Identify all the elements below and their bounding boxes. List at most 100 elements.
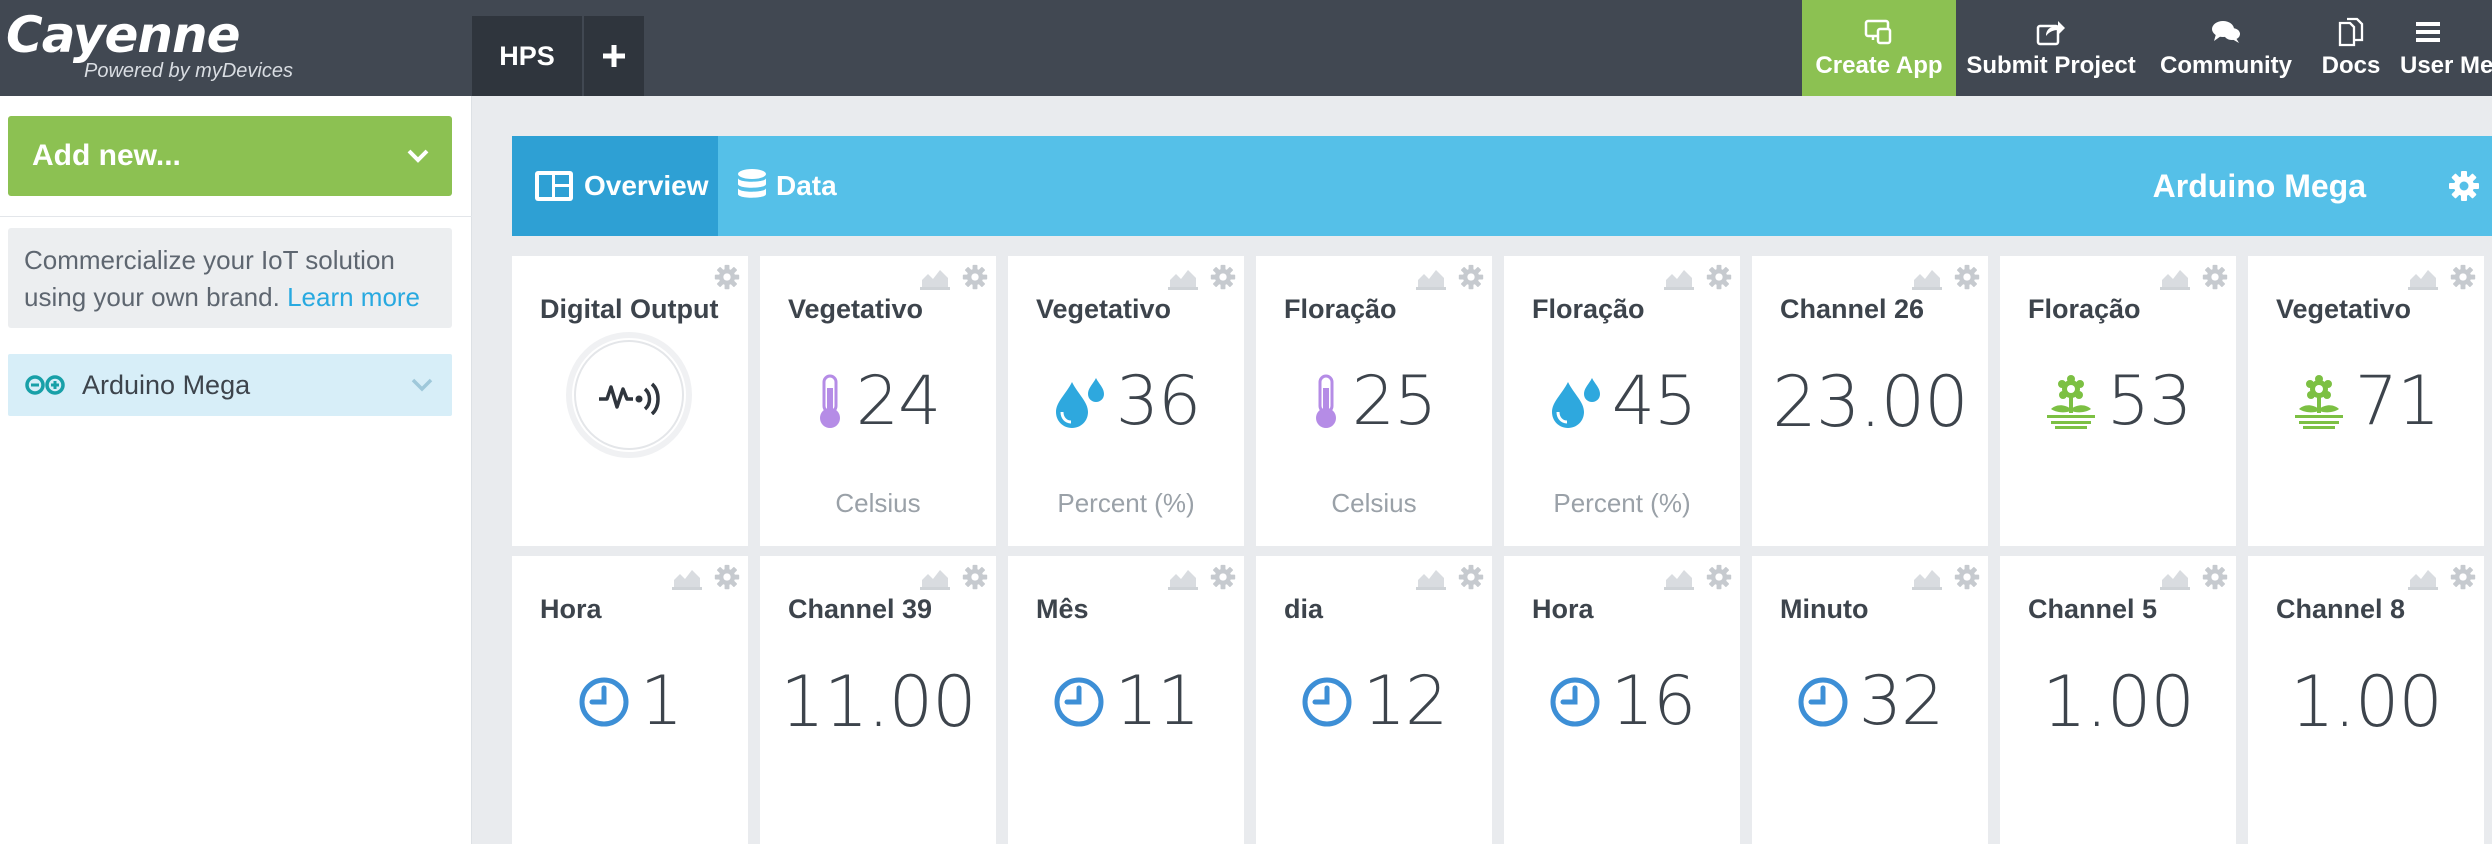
gear-icon[interactable]: [1706, 264, 1732, 290]
add-new-label: Add new...: [32, 139, 181, 172]
widget-card: Floração 53: [2000, 256, 2236, 546]
widget-unit: Celsius: [835, 488, 921, 518]
widget-card: Channel 8 1.00: [2248, 556, 2484, 844]
gear-icon[interactable]: [1458, 564, 1484, 590]
widget-value: 1.00: [2290, 661, 2443, 743]
chart-icon[interactable]: [1664, 566, 1694, 590]
nav-community-label: Community: [2160, 52, 2292, 79]
chart-icon[interactable]: [1416, 266, 1446, 290]
widget-value: 53: [2106, 362, 2193, 441]
widget-value-row: 53: [2000, 364, 2236, 440]
plant-icon: [2293, 375, 2345, 429]
cayenne-logo[interactable]: Cayenne Powered by myDevices: [6, 4, 293, 82]
digital-output-button[interactable]: [566, 332, 692, 458]
chart-icon[interactable]: [920, 566, 950, 590]
gear-icon[interactable]: [1706, 564, 1732, 590]
thermometer-icon: [1312, 374, 1340, 430]
widget-value: 23.00: [1772, 361, 1968, 443]
widget-value: 71: [2354, 362, 2441, 441]
tab-overview[interactable]: Overview: [512, 136, 718, 236]
gear-icon[interactable]: [1954, 564, 1980, 590]
chart-icon[interactable]: [1664, 266, 1694, 290]
gear-icon[interactable]: [1954, 264, 1980, 290]
chart-icon[interactable]: [672, 566, 702, 590]
project-tab-hps[interactable]: HPS: [472, 16, 582, 96]
gear-icon[interactable]: [2202, 564, 2228, 590]
widget-value-row: 1.00: [2000, 664, 2236, 740]
chart-icon[interactable]: [2160, 266, 2190, 290]
widget-card: Channel 26 23.00: [1752, 256, 1988, 546]
nav-submit-project-label: Submit Project: [1966, 52, 2136, 79]
nav-docs[interactable]: Docs: [2318, 0, 2384, 96]
plant-icon: [2045, 375, 2097, 429]
clock-icon: [1549, 676, 1601, 728]
gear-icon[interactable]: [2450, 564, 2476, 590]
chart-icon[interactable]: [1168, 266, 1198, 290]
widget-value: 11.00: [780, 661, 976, 743]
gear-icon[interactable]: [714, 564, 740, 590]
share-icon: [2036, 21, 2065, 46]
commercialize-promo: Commercialize your IoT solution using yo…: [8, 228, 452, 328]
widget-title: Floração: [1532, 294, 1645, 324]
widget-value-row: 11.00: [760, 664, 996, 740]
widget-title: Channel 26: [1780, 294, 1925, 324]
device-settings-button[interactable]: [2448, 170, 2480, 202]
device-title: Arduino Mega: [2152, 168, 2366, 204]
nav-create-app[interactable]: Create App: [1802, 0, 1956, 96]
chevron-down-icon[interactable]: [410, 377, 434, 393]
widget-title: Channel 39: [788, 594, 933, 624]
widget-title: Floração: [1284, 294, 1397, 324]
chart-icon[interactable]: [2160, 566, 2190, 590]
tab-data[interactable]: Data: [736, 136, 837, 236]
gear-icon[interactable]: [962, 564, 988, 590]
widget-card: Mês 11: [1008, 556, 1244, 844]
widget-title: Vegetativo: [1036, 294, 1172, 324]
widget-value: 1.00: [2042, 661, 2195, 743]
gear-icon[interactable]: [2450, 264, 2476, 290]
nav-submit-project[interactable]: Submit Project: [1966, 0, 2136, 96]
widget-value-row: 23.00: [1752, 364, 1988, 440]
hamburger-menu-icon: [2416, 22, 2440, 42]
nav-docs-label: Docs: [2321, 52, 2381, 79]
widget-card: Channel 5 1.00: [2000, 556, 2236, 844]
learn-more-link[interactable]: Learn more: [287, 282, 420, 312]
chat-bubbles-icon: [2212, 21, 2240, 43]
widget-value-row: 71: [2248, 364, 2484, 440]
sidebar-divider: [0, 216, 472, 217]
gear-icon[interactable]: [1458, 264, 1484, 290]
nav-community[interactable]: Community: [2158, 0, 2294, 96]
gear-icon[interactable]: [714, 264, 740, 290]
widget-card: Hora 1: [512, 556, 748, 844]
sidebar-device-arduino-mega[interactable]: Arduino Mega: [8, 354, 452, 416]
digital-output-icon: [597, 375, 661, 415]
logo-tagline: Powered by myDevices: [84, 60, 293, 82]
clock-icon: [1797, 676, 1849, 728]
widget-title: Digital Output: [540, 294, 719, 324]
nav-create-app-label: Create App: [1815, 52, 1943, 79]
chart-icon[interactable]: [1168, 566, 1198, 590]
widget-value: 24: [855, 362, 942, 441]
gear-icon[interactable]: [1210, 264, 1236, 290]
widget-value-row: 45: [1504, 364, 1740, 440]
widget-value: 11: [1114, 662, 1201, 741]
chart-icon[interactable]: [2408, 266, 2438, 290]
gear-icon[interactable]: [962, 264, 988, 290]
nav-user-menu[interactable]: User Me: [2400, 0, 2492, 96]
widget-value: 25: [1351, 362, 1438, 441]
chart-icon[interactable]: [920, 266, 950, 290]
widget-card: dia 12: [1256, 556, 1492, 844]
widget-title: Vegetativo: [2276, 294, 2412, 324]
chart-icon[interactable]: [1416, 566, 1446, 590]
create-app-icon: [1864, 19, 1892, 45]
widget-value: 16: [1610, 662, 1697, 741]
chart-icon[interactable]: [1912, 566, 1942, 590]
widget-value-row: 1: [512, 664, 748, 740]
chart-icon[interactable]: [2408, 566, 2438, 590]
gear-icon[interactable]: [1210, 564, 1236, 590]
widget-card: Hora 16: [1504, 556, 1740, 844]
chart-icon[interactable]: [1912, 266, 1942, 290]
gear-icon[interactable]: [2202, 264, 2228, 290]
add-new-dropdown[interactable]: Add new...: [8, 116, 452, 196]
widget-value: 36: [1115, 362, 1202, 441]
add-project-button[interactable]: [584, 16, 644, 96]
